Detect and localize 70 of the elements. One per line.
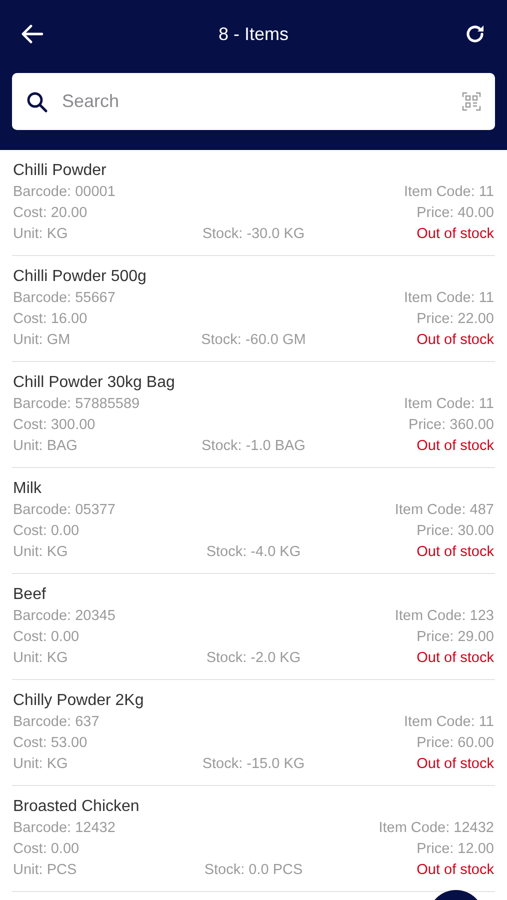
item-cost: Cost: 16.00 <box>13 310 88 329</box>
item-row[interactable]: Broasted Chicken Barcode: 12432 Item Code: 12432 Cost: 0.00 Price: 12.00 Unit: PCS Stock: 0.0 PCS Out of stock <box>12 786 495 892</box>
item-stock: Stock: -1.0 BAG <box>202 437 306 456</box>
search-input[interactable]: Search <box>60 90 450 113</box>
item-name: Beef <box>13 585 47 605</box>
item-cost: Cost: 53.00 <box>13 734 88 753</box>
item-price: Price: 360.00 <box>408 416 494 435</box>
item-cost: Cost: 0.00 <box>13 628 80 647</box>
item-price: Price: 30.00 <box>416 522 494 541</box>
item-price: Price: 29.00 <box>416 628 494 647</box>
item-price: Price: 22.00 <box>416 310 494 329</box>
item-row[interactable]: Chilli Powder 500g Barcode: 55667 Item Code: 11 Cost: 16.00 Price: 22.00 Unit: GM Stock: -60.0 GM Out of stock <box>12 256 495 362</box>
stock-status: Out of stock <box>416 225 494 244</box>
item-cost: Cost: 300.00 <box>13 416 96 435</box>
item-cost: Cost: 20.00 <box>13 204 88 223</box>
item-code: Item Code: 11 <box>404 289 494 308</box>
item-code: Item Code: 11 <box>404 713 494 732</box>
item-cost: Cost: 0.00 <box>13 522 80 541</box>
item-row[interactable]: Chilli Powder Barcode: 00001 Item Code: 11 Cost: 20.00 Price: 40.00 Unit: KG Stock: -30.0 KG Out of stock <box>12 150 495 256</box>
item-barcode: Barcode: 12432 <box>13 819 116 838</box>
back-arrow-icon <box>21 24 43 44</box>
item-barcode: Barcode: 20345 <box>13 607 116 626</box>
refresh-icon <box>464 23 486 45</box>
stock-status: Out of stock <box>416 437 494 456</box>
search-icon <box>26 90 48 112</box>
item-barcode: Barcode: 55667 <box>13 289 116 308</box>
item-stock: Stock: -60.0 GM <box>201 331 306 350</box>
item-name: Chilli Powder <box>13 161 108 181</box>
item-unit: Unit: BAG <box>13 437 78 456</box>
item-stock: Stock: -2.0 KG <box>206 649 301 668</box>
item-unit: Unit: KG <box>13 649 68 668</box>
item-name: Chilli Powder 500g <box>13 267 148 287</box>
scan-icon[interactable] <box>462 92 481 111</box>
item-name: Broasted Chicken <box>13 797 140 817</box>
item-name: Milk <box>13 479 42 499</box>
item-code: Item Code: 11 <box>404 183 494 202</box>
search-bar[interactable]: Search <box>12 73 495 130</box>
item-barcode: Barcode: 05377 <box>13 501 116 520</box>
item-barcode: Barcode: 57885589 <box>13 395 140 414</box>
item-stock: Stock: -4.0 KG <box>206 543 301 562</box>
stock-status: Out of stock <box>416 649 494 668</box>
item-stock: Stock: -15.0 KG <box>202 755 305 774</box>
item-stock: Stock: 0.0 PCS <box>204 861 303 880</box>
page-title: 8 - Items <box>218 24 288 44</box>
item-price: Price: 40.00 <box>416 204 494 223</box>
item-row[interactable]: Beef Barcode: 20345 Item Code: 123 Cost: 0.00 Price: 29.00 Unit: KG Stock: -2.0 KG Out of stock <box>12 574 495 680</box>
item-unit: Unit: GM <box>13 331 70 350</box>
item-name: Chilly Powder 2Kg <box>13 691 145 711</box>
stock-status: Out of stock <box>416 331 494 350</box>
item-row[interactable]: Chilly Powder 2Kg Barcode: 637 Item Code: 11 Cost: 53.00 Price: 60.00 Unit: KG Stock: -15.0 KG Out of stock <box>12 680 495 786</box>
item-row[interactable]: Milk Barcode: 05377 Item Code: 487 Cost: 0.00 Price: 30.00 Unit: KG Stock: -4.0 KG Out of stock <box>12 468 495 574</box>
item-code: Item Code: 11 <box>404 395 494 414</box>
item-unit: Unit: KG <box>13 225 68 244</box>
item-stock: Stock: -30.0 KG <box>202 225 305 244</box>
item-code: Item Code: 123 <box>394 607 494 626</box>
stock-status: Out of stock <box>416 543 494 562</box>
item-barcode: Barcode: 00001 <box>13 183 116 202</box>
item-cost: Cost: 0.00 <box>13 840 80 859</box>
item-unit: Unit: PCS <box>13 861 77 880</box>
item-code: Item Code: 487 <box>394 501 494 520</box>
item-price: Price: 60.00 <box>416 734 494 753</box>
item-barcode: Barcode: 637 <box>13 713 100 732</box>
item-code: Item Code: 12432 <box>378 819 494 838</box>
item-unit: Unit: KG <box>13 755 68 774</box>
item-name: Chill Powder 30kg Bag <box>13 373 176 393</box>
stock-status: Out of stock <box>416 861 494 880</box>
stock-status: Out of stock <box>416 755 494 774</box>
item-row[interactable]: Chill Powder 30kg Bag Barcode: 57885589 Item Code: 11 Cost: 300.00 Price: 360.00 Unit: BAG Stock: -1.0 BAG Out of stock <box>12 362 495 468</box>
item-price: Price: 12.00 <box>416 840 494 859</box>
item-unit: Unit: KG <box>13 543 68 562</box>
